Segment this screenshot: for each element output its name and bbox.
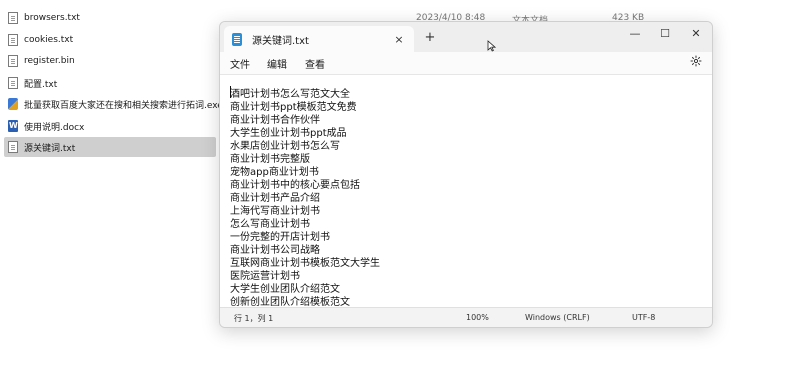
file-row[interactable]: cookies.txt [4,30,216,50]
text-file-icon [8,141,18,153]
text-file-icon [8,77,18,89]
tab-document[interactable]: 源关键词.txt × [224,26,414,52]
menu-bar: 文件 编辑 查看 [220,52,712,74]
file-name: cookies.txt [24,35,74,45]
file-name: browsers.txt [24,13,80,23]
cursor-position: 行 1，列 1 [234,314,274,323]
settings-gear-icon[interactable] [690,55,702,67]
file-name: 源关键词.txt [24,143,76,154]
text-file-icon [8,55,18,67]
close-tab-icon[interactable]: × [390,33,408,46]
line-ending: Windows (CRLF) [525,313,590,322]
status-bar: 行 1，列 1 100% Windows (CRLF) UTF-8 [220,307,712,327]
tab-title: 源关键词.txt [252,35,309,47]
maximize-button[interactable]: ☐ [650,27,680,40]
text-file-icon [8,12,18,24]
notepad-icon [232,32,242,46]
text-editor[interactable]: 酒吧计划书怎么写范文大全 商业计划书ppt模板范文免费 商业计划书合作伙伴 大学… [220,74,712,308]
menu-edit[interactable]: 编辑 [267,56,287,71]
file-row-selected[interactable]: 源关键词.txt [4,137,216,157]
file-row[interactable]: register.bin [4,51,216,71]
exe-file-icon [8,98,18,110]
zoom-level: 100% [466,313,489,322]
text-file-icon [8,34,18,46]
text-line: 创新创业团队介绍模板范文 [230,297,350,308]
close-window-button[interactable]: ✕ [681,27,711,40]
new-tab-button[interactable]: + [423,30,437,45]
file-row[interactable]: browsers.txt [4,8,216,28]
mouse-pointer-icon [487,40,496,52]
notepad-window: 源关键词.txt × + — ☐ ✕ 文件 编辑 查看 酒吧计划书怎么写范文大全… [219,21,713,328]
file-row[interactable]: 配置.txt [4,73,216,93]
file-name: 批量获取百度大家还在搜和相关搜索进行拓词.exe [24,100,223,111]
file-row[interactable]: 使用说明.docx [4,116,216,136]
file-name: register.bin [24,56,75,66]
file-name: 使用说明.docx [24,122,85,133]
word-file-icon [8,120,18,132]
title-bar: 源关键词.txt × + — ☐ ✕ [220,22,712,52]
file-name: 配置.txt [24,79,58,90]
encoding: UTF-8 [632,313,656,322]
minimize-button[interactable]: — [620,27,650,40]
menu-view[interactable]: 查看 [305,56,325,71]
menu-file[interactable]: 文件 [230,56,250,71]
